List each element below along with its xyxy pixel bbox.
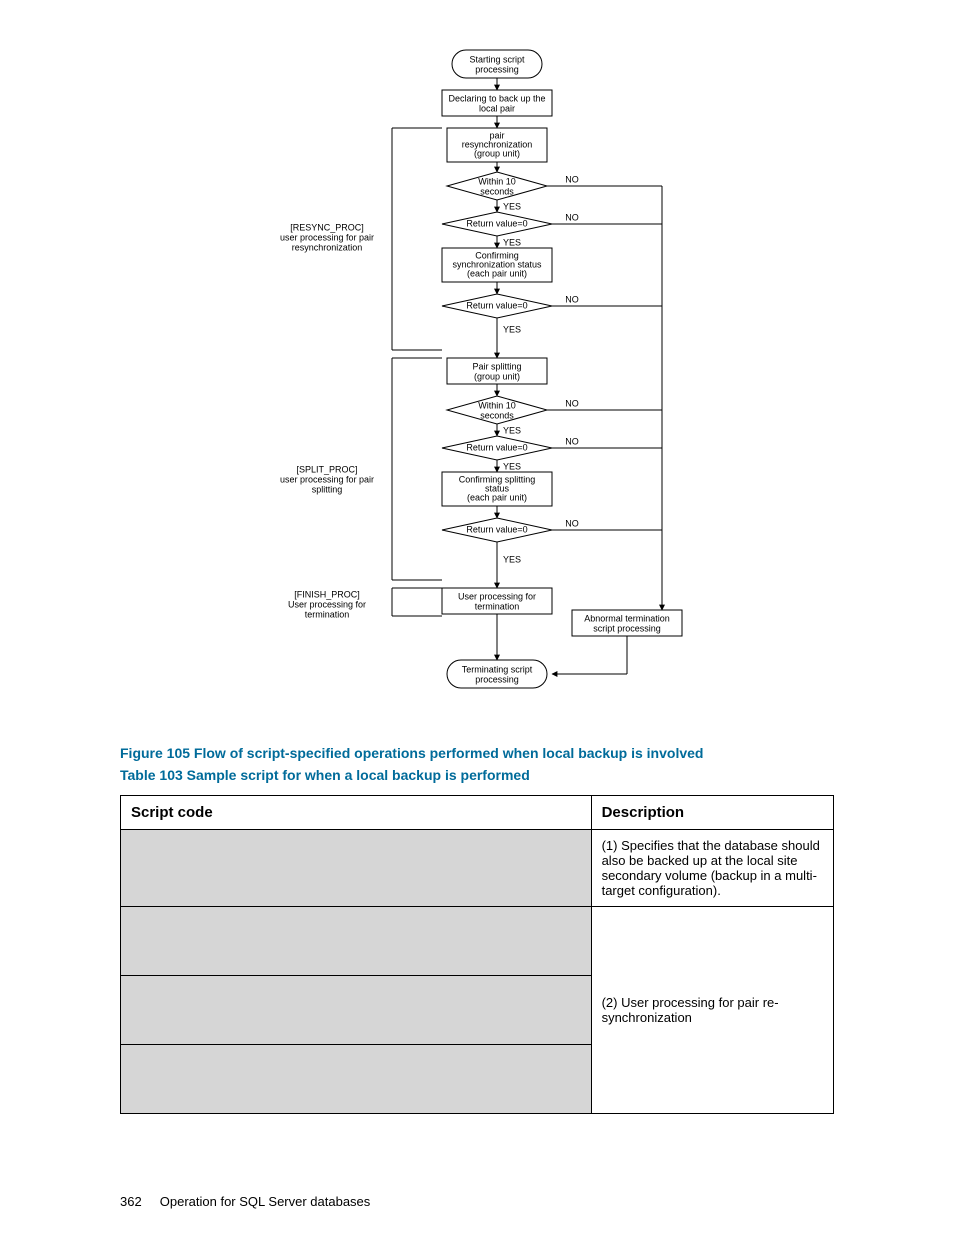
- node-abnormal-l1: Abnormal termination: [584, 613, 670, 623]
- script-cell-1: [121, 830, 592, 907]
- sidelabel-resync-tag: [RESYNC_PROC]: [290, 222, 364, 232]
- node-within10b-l1: Within 10: [478, 400, 516, 410]
- label-no-5: NO: [565, 436, 579, 446]
- node-pairsplit-l2: (group unit): [474, 371, 520, 381]
- node-rv0c: Return value=0: [466, 442, 527, 452]
- sidelabel-finish-tag: [FINISH_PROC]: [294, 589, 360, 599]
- node-abnormal-l2: script processing: [593, 623, 661, 633]
- node-pairresync-l3: (group unit): [474, 148, 520, 158]
- label-yes-2: YES: [503, 237, 521, 247]
- node-rv0d: Return value=0: [466, 524, 527, 534]
- sidelabel-split-l2: splitting: [312, 484, 343, 494]
- label-yes-4: YES: [503, 425, 521, 435]
- script-cell-3: [121, 976, 592, 1045]
- sidelabel-split-tag: [SPLIT_PROC]: [296, 464, 357, 474]
- th-description: Description: [591, 796, 833, 830]
- label-no-1: NO: [565, 174, 579, 184]
- node-confirmsync-l3: (each pair unit): [467, 268, 527, 278]
- node-start-l1: Starting script: [469, 54, 525, 64]
- node-userterm-l2: termination: [475, 601, 520, 611]
- node-within10a-l2: seconds: [480, 186, 514, 196]
- script-table: Script code Description (1) Specifies th…: [120, 795, 834, 1114]
- node-rv0a: Return value=0: [466, 218, 527, 228]
- sidelabel-resync-l2: resynchronization: [292, 242, 363, 252]
- node-within10a-l1: Within 10: [478, 176, 516, 186]
- label-no-3: NO: [565, 294, 579, 304]
- script-cell-2: [121, 907, 592, 976]
- table-caption: Table 103 Sample script for when a local…: [120, 767, 834, 783]
- node-declare-l2: local pair: [479, 103, 515, 113]
- node-terminate-l1: Terminating script: [462, 664, 533, 674]
- desc-cell-2: (2) User processing for pair re­synchron…: [591, 907, 833, 1114]
- label-yes-6: YES: [503, 554, 521, 564]
- footer-title: Operation for SQL Server databases: [160, 1194, 371, 1209]
- node-within10b-l2: seconds: [480, 410, 514, 420]
- sidelabel-resync-l1: user processing for pair: [280, 232, 374, 242]
- desc-cell-1: (1) Specifies that the database should a…: [591, 830, 833, 907]
- node-confirmsplit-l3: (each pair unit): [467, 492, 527, 502]
- sidelabel-finish-l1: User processing for: [288, 599, 366, 609]
- sidelabel-split-l1: user processing for pair: [280, 474, 374, 484]
- label-yes-1: YES: [503, 201, 521, 211]
- figure-caption: Figure 105 Flow of script-specified oper…: [120, 745, 834, 761]
- node-start-l2: processing: [475, 64, 519, 74]
- label-no-6: NO: [565, 518, 579, 528]
- page-footer: 362 Operation for SQL Server databases: [120, 1194, 834, 1209]
- flowchart-figure: Starting script processing Declaring to …: [120, 40, 834, 720]
- node-declare-l1: Declaring to back up the: [448, 93, 545, 103]
- label-yes-3: YES: [503, 324, 521, 334]
- node-pairsplit-l1: Pair splitting: [472, 361, 521, 371]
- label-yes-5: YES: [503, 461, 521, 471]
- sidelabel-finish-l2: termination: [305, 609, 350, 619]
- label-no-2: NO: [565, 212, 579, 222]
- node-rv0b: Return value=0: [466, 300, 527, 310]
- node-userterm-l1: User processing for: [458, 591, 536, 601]
- flowchart-svg: Starting script processing Declaring to …: [262, 40, 692, 720]
- page-number: 362: [120, 1194, 142, 1209]
- node-terminate-l2: processing: [475, 674, 519, 684]
- label-no-4: NO: [565, 398, 579, 408]
- th-script-code: Script code: [121, 796, 592, 830]
- script-cell-4: [121, 1045, 592, 1114]
